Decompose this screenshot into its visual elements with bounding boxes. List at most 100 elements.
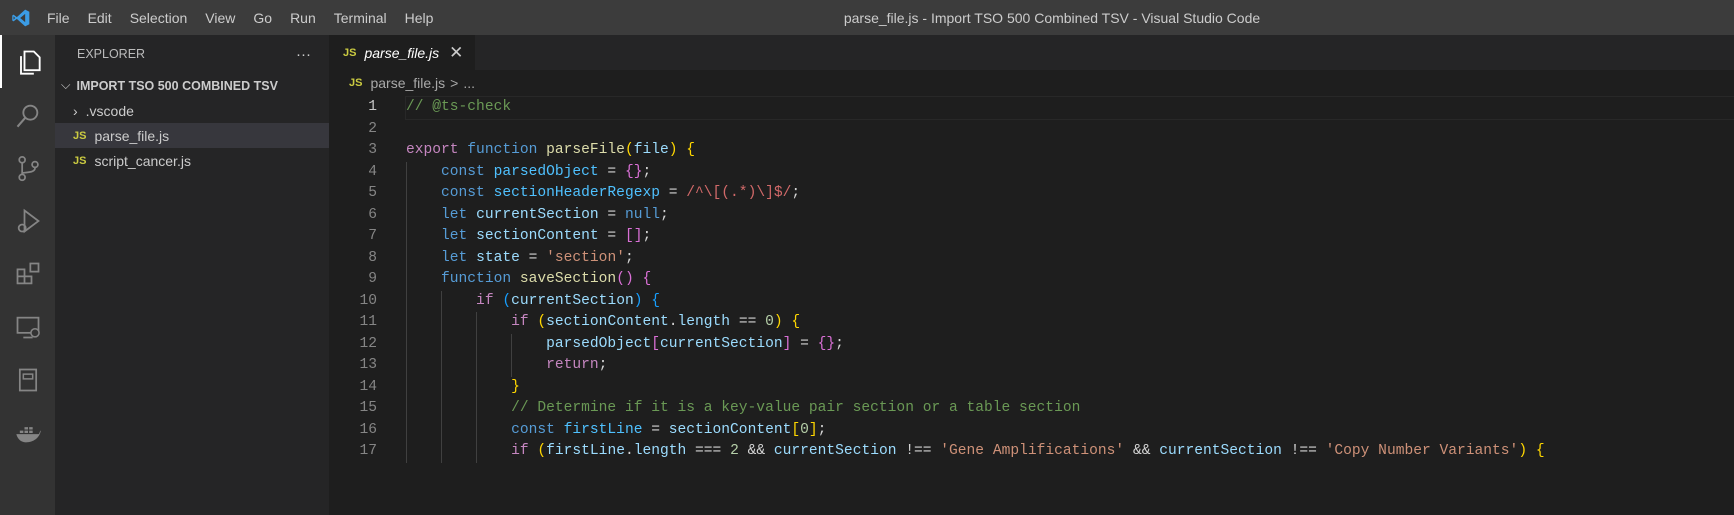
line-number: 2 xyxy=(368,120,377,137)
indent-guide xyxy=(476,398,478,420)
indent-guide xyxy=(406,204,407,226)
indent-guide xyxy=(406,419,407,441)
code-line: 5 const sectionHeaderRegexp = /^\[(.*)\]… xyxy=(329,183,1734,205)
folder-label: IMPORT TSO 500 COMBINED TSV xyxy=(76,78,278,93)
indent-guide xyxy=(406,312,407,334)
indent-guide xyxy=(406,161,407,183)
activity-bar xyxy=(0,35,55,515)
code-token: === xyxy=(686,443,731,459)
menu-help[interactable]: Help xyxy=(396,10,443,26)
indent-guide xyxy=(476,333,478,355)
code-token: !== xyxy=(1281,443,1326,459)
line-number: 16 xyxy=(359,421,377,438)
code-token: if xyxy=(406,443,538,459)
line-number: 7 xyxy=(368,228,377,244)
indent-guide xyxy=(476,419,478,441)
code-token: ; xyxy=(659,206,669,223)
breadcrumb-file[interactable]: parse_file.js xyxy=(370,75,445,91)
docker-icon[interactable] xyxy=(0,406,55,459)
source-control-icon[interactable] xyxy=(0,141,55,194)
explorer-title: EXPLORER xyxy=(77,47,146,61)
menu-go[interactable]: Go xyxy=(244,10,281,26)
code-token: ( xyxy=(537,443,547,459)
code-line: 15 // Determine if it is a key-value pai… xyxy=(329,398,1734,420)
indent-guide xyxy=(406,290,407,312)
file-parse-file-js[interactable]: JS parse_file.js xyxy=(55,123,329,148)
code-area[interactable]: 1 // @ts-check 2 3 export function parseFile… xyxy=(329,96,1734,463)
code-token: let xyxy=(406,206,477,223)
code-token: = xyxy=(598,228,625,244)
code-token: firstLine xyxy=(563,421,643,438)
indent-guide xyxy=(476,312,478,334)
file-vscode[interactable]: › .vscode xyxy=(55,98,329,123)
notebook-icon[interactable] xyxy=(0,353,55,406)
editor: JS parse_file.js ✕ JS parse_file.js > ..… xyxy=(329,35,1734,515)
line-number: 12 xyxy=(359,335,377,352)
breadcrumb-symbols[interactable]: ... xyxy=(463,75,475,91)
code-token: == xyxy=(730,314,766,330)
extensions-icon[interactable] xyxy=(0,247,55,300)
code-token: 'section' xyxy=(546,249,625,266)
more-actions-button[interactable]: ··· xyxy=(296,46,311,63)
close-icon[interactable]: ✕ xyxy=(449,43,463,63)
menu-file[interactable]: File xyxy=(38,10,79,26)
file-label: .vscode xyxy=(85,102,134,119)
code-token: ( xyxy=(502,292,512,309)
workspace-folder[interactable]: ⌵ IMPORT TSO 500 COMBINED TSV xyxy=(55,73,329,98)
code-token: ; xyxy=(624,249,634,266)
code-line: 12 parsedObject[currentSection] = {}; xyxy=(329,333,1734,355)
indent-guide xyxy=(441,419,443,441)
code-line: 10 if (currentSection) { xyxy=(329,290,1734,312)
code-token: { xyxy=(686,142,696,158)
code-token: saveSection xyxy=(519,271,617,287)
code-token: export xyxy=(406,142,459,158)
indent-guide xyxy=(406,441,407,463)
menu-run[interactable]: Run xyxy=(281,10,325,26)
code-token: if xyxy=(406,314,538,330)
menu-edit[interactable]: Edit xyxy=(79,10,121,26)
code-token: 0 xyxy=(800,421,809,438)
explorer-icon[interactable] xyxy=(0,35,55,88)
indent-guide xyxy=(511,355,513,377)
code-token: ] xyxy=(808,421,818,438)
code-token: const xyxy=(406,185,494,201)
menu-selection[interactable]: Selection xyxy=(121,10,197,26)
code-line: 11 if (sectionContent.length == 0) { xyxy=(329,312,1734,334)
code-token: ; xyxy=(817,421,827,438)
code-token: function xyxy=(458,142,547,158)
line-number: 8 xyxy=(368,249,377,266)
code-token: function xyxy=(406,271,520,287)
code-token: parsedObject xyxy=(493,163,599,180)
code-line: 2 xyxy=(329,119,1734,141)
code-token: = xyxy=(659,185,687,201)
code-token: state xyxy=(476,249,520,266)
indent-guide xyxy=(441,290,443,312)
file-script-cancer-js[interactable]: JS script_cancer.js xyxy=(55,148,329,173)
line-number: 15 xyxy=(359,400,377,416)
code-token: parseFile xyxy=(546,142,625,158)
breadcrumb: JS parse_file.js > ... xyxy=(329,70,1734,96)
code-line: 14 } xyxy=(329,376,1734,398)
js-file-icon: JS xyxy=(343,46,357,59)
indent-guide xyxy=(441,376,443,398)
menu-view[interactable]: View xyxy=(196,10,244,26)
file-label: parse_file.js xyxy=(94,127,170,144)
indent-guide xyxy=(476,355,478,377)
code-token: ) xyxy=(668,142,678,158)
title-bar: File Edit Selection View Go Run Terminal Help p… xyxy=(0,0,1734,35)
line-number: 10 xyxy=(359,292,377,309)
code-token: let xyxy=(406,249,477,266)
code-token: 2 xyxy=(730,443,739,459)
search-icon[interactable] xyxy=(0,88,55,141)
code-token: length xyxy=(677,314,731,330)
indent-guide xyxy=(476,441,478,463)
menu-terminal[interactable]: Terminal xyxy=(325,10,396,26)
tab-parse-file[interactable]: JS parse_file.js ✕ xyxy=(329,35,476,70)
code-line: 4 const parsedObject = {}; xyxy=(329,161,1734,183)
code-token: = xyxy=(791,335,818,352)
code-token: = xyxy=(598,163,625,180)
code-token: [ xyxy=(791,421,801,438)
remote-explorer-icon[interactable] xyxy=(0,300,55,353)
run-debug-icon[interactable] xyxy=(0,194,55,247)
line-number: 17 xyxy=(359,443,377,459)
